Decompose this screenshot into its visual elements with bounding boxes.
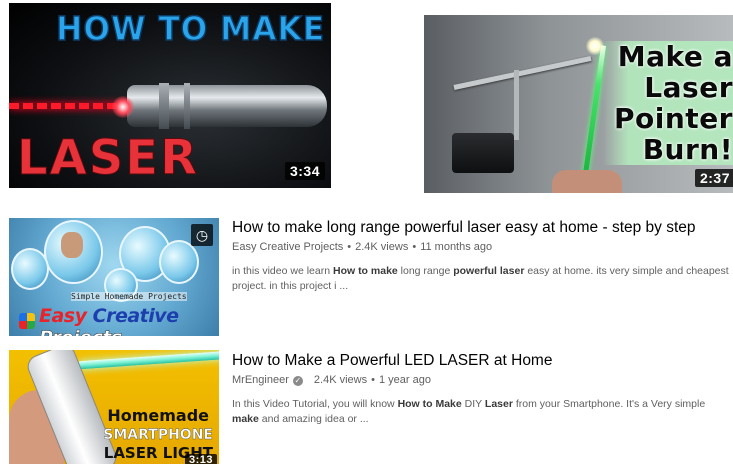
thumbnail-text-line-2: SMARTPHONE [103, 427, 213, 443]
duration-badge: 3:34 [284, 162, 325, 180]
desc-text: long range [397, 265, 454, 277]
presenter-face-graphic [61, 232, 83, 258]
video-info-2: How to Make a Powerful LED LASER at Home… [232, 351, 733, 427]
video-meta: Easy Creative Projects • 2.4K views • 11… [232, 240, 733, 255]
upload-age: 1 year ago [378, 374, 431, 386]
video-title-link[interactable]: How to make long range powerful laser ea… [232, 218, 733, 238]
thumbnail-overlay-text: Make a Laser Pointer Burn! [603, 41, 733, 165]
video-title-link[interactable]: How to Make a Powerful LED LASER at Home [232, 351, 733, 371]
video-meta: MrEngineer ✓ 2.4K views • 1 year ago [232, 373, 733, 388]
meta-separator: • [347, 241, 352, 253]
desc-highlight: How to Make [397, 398, 462, 410]
thumbnail-text-line-1: Homemade [107, 406, 209, 425]
upload-age: 11 months ago [420, 241, 493, 253]
laser-tip-glow [112, 96, 134, 118]
desc-highlight: How to make [332, 265, 398, 277]
helping-hand-post-graphic [514, 70, 519, 140]
bulb-graphic [11, 248, 49, 290]
thumbnail-brand-text: Easy Creative Projects [39, 305, 219, 336]
desc-highlight: make [232, 413, 259, 425]
desc-text: from your Smartphone. It's a Very simple [512, 398, 706, 410]
desc-text: and amazing idea or ... [258, 413, 369, 425]
channel-name-link[interactable]: Easy Creative Projects [232, 240, 343, 255]
laser-ring-graphic [159, 83, 169, 129]
video-thumbnail-led-laser[interactable]: Homemade SMARTPHONE LASER LIGHT 3:13 [9, 350, 219, 464]
thumbnail-subtext: Simple Homemade Projects [71, 292, 187, 301]
desc-text: DIY [461, 398, 485, 410]
channel-logo-icon [19, 313, 35, 329]
video-thumbnail-how-to-make-laser[interactable]: HOW TO MAKE LASER 3:34 [9, 3, 331, 188]
desc-highlight: powerful laser [453, 265, 525, 277]
bulb-graphic [159, 240, 199, 284]
channel-name-link[interactable]: MrEngineer [232, 373, 289, 388]
view-count: 2.4K views [355, 241, 409, 253]
verified-check-icon: ✓ [292, 375, 303, 386]
desc-text: in this video we learn [232, 265, 333, 277]
duration-badge: 3:13 [184, 454, 217, 464]
brand-word-2: Creative [92, 305, 179, 327]
laser-body-graphic [127, 85, 327, 127]
meta-separator: • [371, 374, 375, 386]
view-count: 2.4K views [313, 374, 368, 386]
video-description-snippet: In this Video Tutorial, you will know Ho… [232, 397, 732, 427]
helping-hand-arm-graphic [453, 55, 592, 90]
video-thumbnail-laser-pointer-burn[interactable]: Make a Laser Pointer Burn! 2:37 [424, 15, 733, 193]
desc-highlight: Laser [484, 398, 513, 410]
laser-ring-graphic [184, 83, 190, 129]
laser-beam-graphic [78, 350, 219, 370]
hand-graphic [552, 170, 622, 193]
helping-hand-stand-graphic [452, 133, 514, 173]
brand-word-3: Projects [39, 327, 123, 336]
laser-glow-graphic [586, 37, 604, 55]
video-thumbnail-long-range-laser[interactable]: Simple Homemade Projects Easy Creative P… [9, 218, 219, 336]
meta-separator [307, 373, 310, 388]
desc-text: In this Video Tutorial, you will know [232, 398, 398, 410]
brand-word-1: Easy [39, 305, 87, 327]
meta-separator: • [412, 241, 417, 253]
duration-badge: 2:37 [694, 169, 733, 187]
thumbnail-title-text: HOW TO MAKE [55, 8, 325, 49]
watch-later-clock-icon[interactable]: ◷ [191, 224, 213, 246]
video-info-1: How to make long range powerful laser ea… [232, 218, 733, 294]
thumbnail-laser-text: LASER [16, 130, 200, 187]
video-description-snippet: in this video we learn How to make long … [232, 264, 732, 294]
